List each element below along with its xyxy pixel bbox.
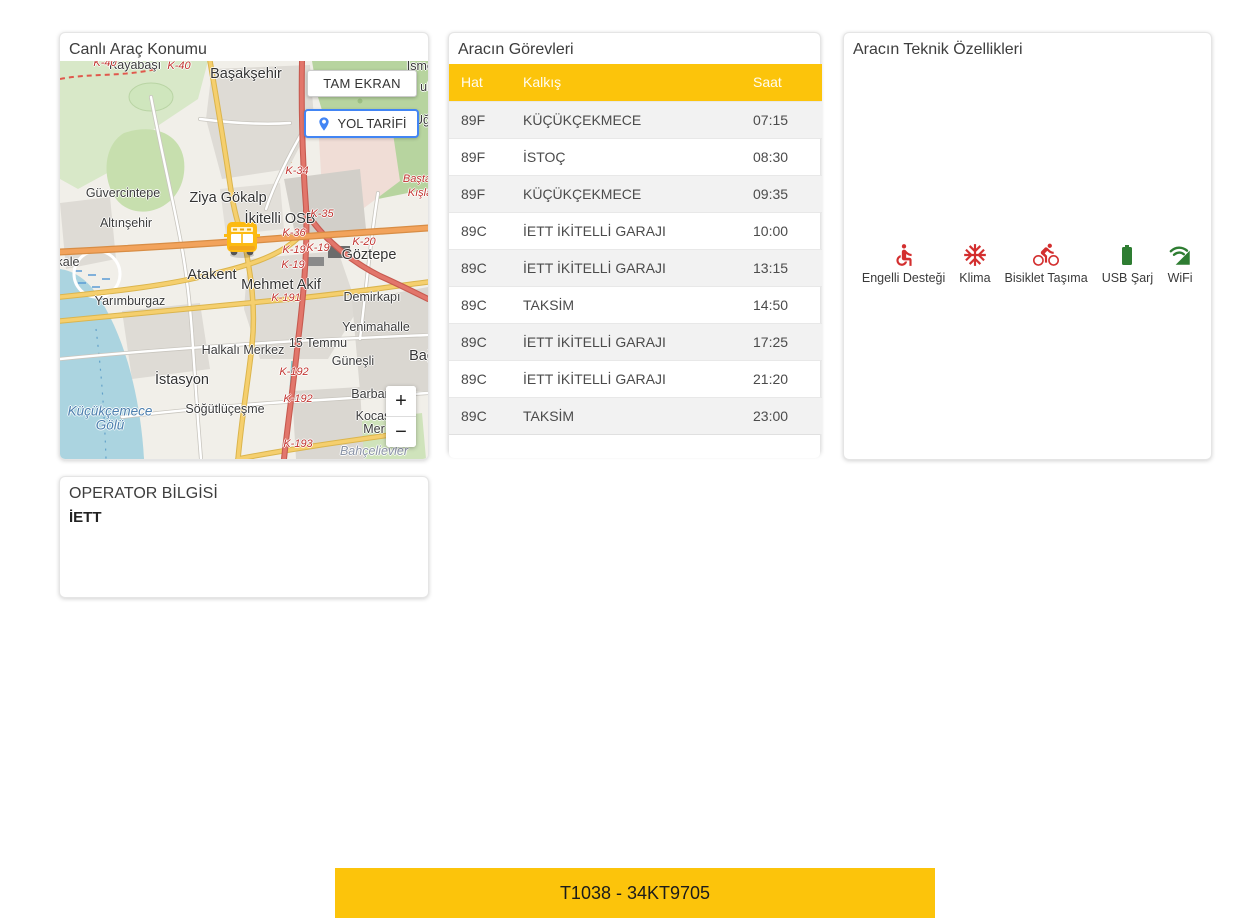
- tasks-table: Hat Kalkış Saat 89FKÜÇÜKÇEKMECE07:1589Fİ…: [449, 64, 822, 434]
- kalkis-cell: TAKSİM: [523, 397, 753, 434]
- saat-cell: 17:25: [753, 323, 822, 360]
- kalkis-cell: İETT İKİTELLİ GARAJI: [523, 212, 753, 249]
- task-row: 89FİSTOÇ08:30: [449, 138, 822, 175]
- kalkis-cell: İETT İKİTELLİ GARAJI: [523, 360, 753, 397]
- fullscreen-button[interactable]: TAM EKRAN: [307, 70, 417, 97]
- feature-label: Engelli Desteği: [862, 271, 945, 285]
- saat-cell: 09:35: [753, 175, 822, 212]
- column-header-kalkis: Kalkış: [523, 64, 753, 101]
- directions-button[interactable]: YOL TARİFİ: [304, 109, 419, 138]
- task-row: 89CTAKSİM14:50: [449, 286, 822, 323]
- feature-item: Engelli Desteği: [862, 241, 945, 285]
- saat-cell: 23:00: [753, 397, 822, 434]
- feature-item: Bisiklet Taşıma: [1005, 241, 1088, 285]
- location-pin-icon: [316, 116, 332, 132]
- vehicle-footer-bar: T1038 - 34KT9705: [335, 868, 935, 918]
- hat-cell: 89F: [449, 175, 523, 212]
- kalkis-cell: KÜÇÜKÇEKMECE: [523, 101, 753, 138]
- saat-cell: 08:30: [753, 138, 822, 175]
- task-row: 89CİETT İKİTELLİ GARAJI17:25: [449, 323, 822, 360]
- hat-cell: 89C: [449, 397, 523, 434]
- feature-item: Klima: [959, 241, 990, 285]
- saat-cell: 07:15: [753, 101, 822, 138]
- task-row: 89CİETT İKİTELLİ GARAJI13:15: [449, 249, 822, 286]
- saat-cell: 10:00: [753, 212, 822, 249]
- live-location-card: Canlı Araç Konumu: [59, 32, 429, 460]
- hat-cell: 89C: [449, 323, 523, 360]
- features-row: Engelli Desteği Klima Bisiklet Taşıma USB Ş…: [844, 241, 1211, 285]
- vehicle-id-label: T1038 - 34KT9705: [560, 883, 710, 904]
- live-location-title: Canlı Araç Konumu: [60, 33, 428, 64]
- kalkis-cell: İSTOÇ: [523, 138, 753, 175]
- task-row: 89CİETT İKİTELLİ GARAJI21:20: [449, 360, 822, 397]
- tasks-card: Aracın Görevleri Hat Kalkış Saat 89FKÜÇÜ…: [448, 32, 821, 455]
- battery-icon: [1115, 241, 1139, 268]
- saat-cell: 14:50: [753, 286, 822, 323]
- operator-card: OPERATOR BİLGİSİ İETT: [59, 476, 429, 598]
- hat-cell: 89C: [449, 249, 523, 286]
- feature-label: Klima: [959, 271, 990, 285]
- kalkis-cell: İETT İKİTELLİ GARAJI: [523, 323, 753, 360]
- tasks-header-row: Hat Kalkış Saat: [449, 64, 822, 101]
- feature-item: WiFi: [1167, 241, 1193, 285]
- table-footer-spacer: [449, 434, 820, 458]
- hat-cell: 89C: [449, 286, 523, 323]
- task-row: 89CTAKSİM23:00: [449, 397, 822, 434]
- kalkis-cell: İETT İKİTELLİ GARAJI: [523, 249, 753, 286]
- wifi-icon: [1167, 241, 1193, 268]
- zoom-out-button[interactable]: −: [386, 417, 416, 447]
- operator-title: OPERATOR BİLGİSİ: [60, 477, 428, 508]
- features-title: Aracın Teknik Özellikleri: [844, 33, 1211, 64]
- snowflake-icon: [962, 241, 988, 268]
- column-header-hat: Hat: [449, 64, 523, 101]
- map-canvas[interactable]: KayabaşıK-40K-40BaşakşehirİsmetulUğBaşta…: [60, 61, 428, 459]
- feature-label: USB Şarj: [1102, 271, 1153, 285]
- feature-label: WiFi: [1168, 271, 1193, 285]
- task-row: 89CİETT İKİTELLİ GARAJI10:00: [449, 212, 822, 249]
- map-zoom-control: + −: [386, 386, 416, 447]
- task-row: 89FKÜÇÜKÇEKMECE07:15: [449, 101, 822, 138]
- hat-cell: 89F: [449, 138, 523, 175]
- operator-name: İETT: [60, 508, 428, 527]
- column-header-saat: Saat: [753, 64, 822, 101]
- task-row: 89FKÜÇÜKÇEKMECE09:35: [449, 175, 822, 212]
- features-card: Aracın Teknik Özellikleri Engelli Desteğ…: [843, 32, 1212, 460]
- directions-label: YOL TARİFİ: [337, 116, 406, 131]
- kalkis-cell: KÜÇÜKÇEKMECE: [523, 175, 753, 212]
- saat-cell: 21:20: [753, 360, 822, 397]
- feature-label: Bisiklet Taşıma: [1005, 271, 1088, 285]
- hat-cell: 89C: [449, 360, 523, 397]
- bicycle-icon: [1032, 241, 1060, 268]
- hat-cell: 89F: [449, 101, 523, 138]
- hat-cell: 89C: [449, 212, 523, 249]
- zoom-in-button[interactable]: +: [386, 386, 416, 416]
- saat-cell: 13:15: [753, 249, 822, 286]
- wheelchair-icon: [891, 241, 917, 268]
- tasks-title: Aracın Görevleri: [449, 33, 820, 64]
- feature-item: USB Şarj: [1102, 241, 1153, 285]
- kalkis-cell: TAKSİM: [523, 286, 753, 323]
